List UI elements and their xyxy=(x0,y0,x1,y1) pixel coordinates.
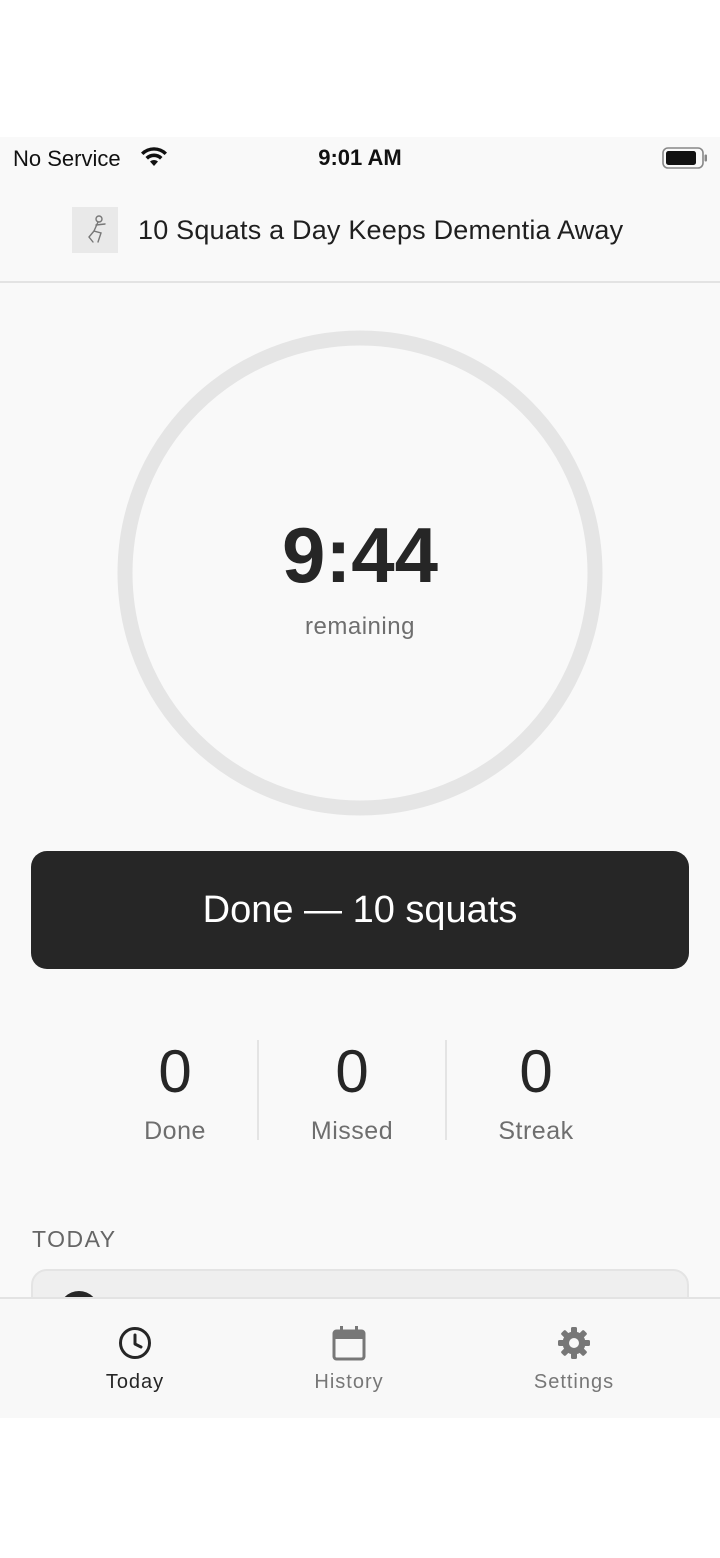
done-squats-button[interactable]: Done — 10 squats xyxy=(31,851,689,969)
tab-history[interactable]: History xyxy=(249,1299,449,1418)
today-section-heading: TODAY xyxy=(32,1226,117,1252)
tab-bar: Today History Settings xyxy=(0,1297,720,1418)
stat-streak-label: Streak xyxy=(498,1117,574,1145)
app-header: 10 Squats a Day Keeps Dementia Away xyxy=(0,187,720,283)
app-title: 10 Squats a Day Keeps Dementia Away xyxy=(138,215,624,245)
timer-countdown: 9:44 xyxy=(281,511,439,599)
stat-missed-label: Missed xyxy=(310,1117,394,1145)
clock-icon xyxy=(117,1325,153,1361)
stat-divider xyxy=(257,1040,259,1140)
stat-done-label: Done xyxy=(144,1117,206,1145)
stat-done-value: 0 xyxy=(158,1038,192,1105)
gear-icon xyxy=(556,1325,592,1361)
stat-streak: 0 Streak xyxy=(446,1037,626,1146)
tab-settings[interactable]: Settings xyxy=(474,1299,674,1418)
tab-settings-label: Settings xyxy=(533,1371,615,1393)
stat-done: 0 Done xyxy=(85,1037,265,1146)
stat-streak-value: 0 xyxy=(519,1038,553,1105)
calendar-icon xyxy=(331,1325,367,1361)
stat-missed: 0 Missed xyxy=(262,1037,442,1146)
app-screen: No Service 9:01 AM 10 Squats a Day Keeps… xyxy=(0,137,720,1418)
squat-figure-icon xyxy=(72,207,118,253)
stat-missed-value: 0 xyxy=(335,1038,369,1105)
timer-caption: remaining xyxy=(305,613,415,640)
status-time: 9:01 AM xyxy=(318,145,402,170)
status-bar: No Service 9:01 AM xyxy=(0,137,720,181)
tab-today[interactable]: Today xyxy=(35,1299,235,1418)
tab-history-label: History xyxy=(314,1371,384,1393)
battery-full-icon xyxy=(662,147,708,174)
tab-today-label: Today xyxy=(105,1371,165,1393)
